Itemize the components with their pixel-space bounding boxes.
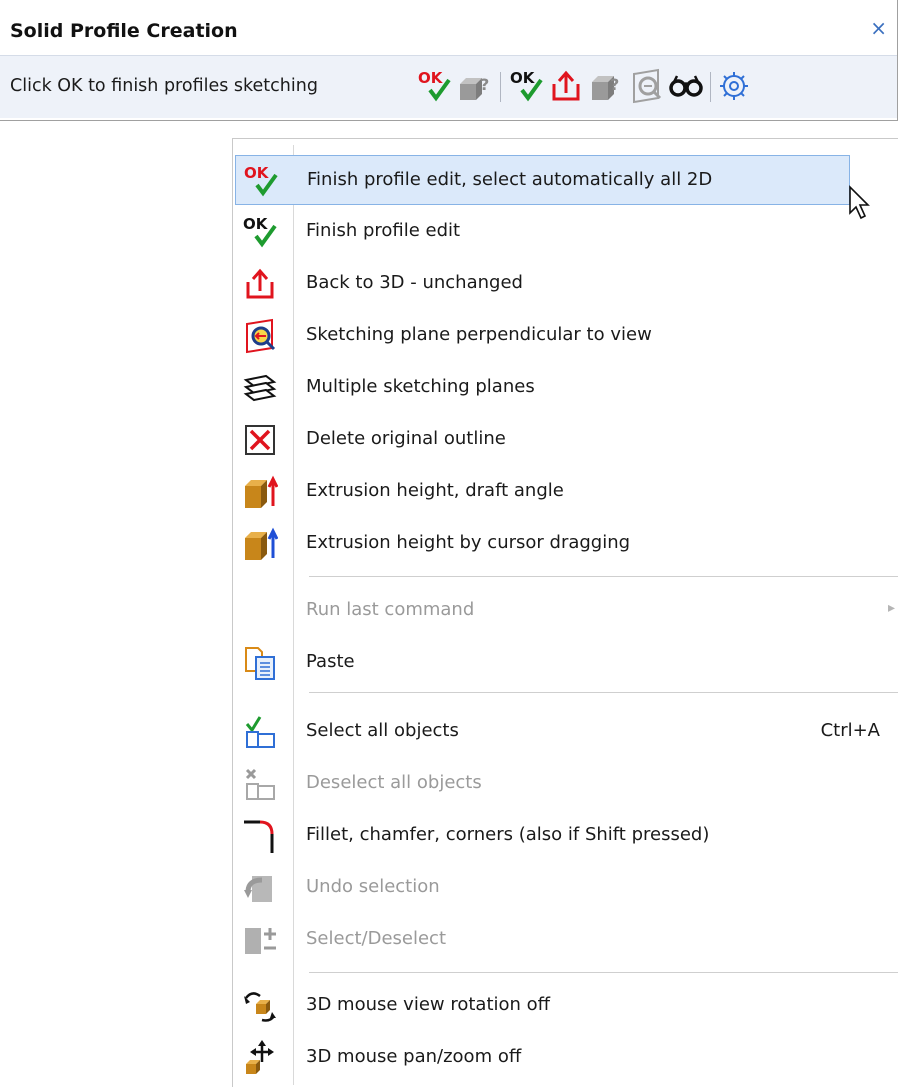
undo-selection-icon [241,869,279,907]
menu-item-deselect-all-objects: Deselect all objects [235,759,850,809]
ok-auto-select-icon: OK [242,162,280,200]
paste-icon [241,644,279,682]
fillet-icon [241,817,279,855]
ok-text: OK [510,69,536,87]
menu-item-paste[interactable]: Paste [235,638,850,688]
ok-finish-icon: OK [241,213,279,251]
menu-item-label: Fillet, chamfer, corners (also if Shift … [306,824,710,845]
menu-item-select-all-objects[interactable]: Select all objects Ctrl+A [235,707,880,757]
submenu-arrow-icon: ▸ [887,600,895,616]
back-to-3d-icon [241,265,279,303]
mouse-pan-zoom-icon [241,1039,279,1077]
solid-profile-panel: Solid Profile Creation × Click OK to fin… [0,0,898,121]
context-menu: OK Finish profile edit, select automatic… [232,138,898,1087]
menu-item-label: Run last command [306,599,475,620]
toolbar-separator [710,72,711,102]
menu-item-label: Deselect all objects [306,772,482,793]
close-icon[interactable]: × [870,18,887,38]
ok-auto-select-icon[interactable]: OK [416,68,452,104]
menu-item-label: Extrusion height by cursor dragging [306,532,631,553]
menu-item-run-last-command: Run last command ▸ [235,586,895,636]
menu-item-3d-mouse-rotation-off[interactable]: 3D mouse view rotation off [235,981,850,1031]
svg-text:?: ? [480,75,489,94]
menu-item-3d-mouse-pan-zoom-off[interactable]: 3D mouse pan/zoom off [235,1033,850,1083]
menu-item-fillet-chamfer-corners[interactable]: Fillet, chamfer, corners (also if Shift … [235,811,850,861]
menu-item-sketch-plane-perpendicular[interactable]: Sketching plane perpendicular to view [235,311,850,361]
menu-item-extrusion-drag[interactable]: Extrusion height by cursor dragging [235,519,850,569]
panel-toolbar: Click OK to finish profiles sketching OK… [0,55,897,118]
menu-item-undo-selection: Undo selection [235,863,850,913]
mouse-pointer-icon [848,185,872,225]
menu-item-finish-profile-edit[interactable]: OK Finish profile edit [235,207,850,257]
sketch-plane-gray-icon [628,68,664,104]
menu-item-label: Paste [306,651,355,672]
glasses-icon[interactable] [668,68,704,104]
menu-item-label: Delete original outline [306,428,506,449]
menu-item-label: Select/Deselect [306,928,447,949]
ok-text: OK [243,215,269,233]
query-gray-icon: ? [588,68,624,104]
sketch-plane-icon [241,317,279,355]
menu-separator [309,576,898,577]
menu-item-label: Extrusion height, draft angle [306,480,564,501]
menu-item-multiple-sketching-planes[interactable]: Multiple sketching planes [235,363,850,413]
menu-item-select-deselect: Select/Deselect [235,915,850,965]
ok-text: OK [418,69,444,87]
menu-item-label: Finish profile edit, select automaticall… [307,169,713,190]
menu-item-label: 3D mouse view rotation off [306,994,551,1015]
back-to-3d-icon[interactable] [548,68,584,104]
multiple-planes-icon [241,369,279,407]
extrusion-height-icon [241,473,279,511]
menu-item-back-to-3d[interactable]: Back to 3D - unchanged [235,259,850,309]
menu-item-label: Select all objects [306,720,459,741]
menu-item-finish-select-all-2d[interactable]: OK Finish profile edit, select automatic… [235,155,850,205]
deselect-all-icon [241,765,279,803]
menu-separator [309,692,898,693]
panel-hint: Click OK to finish profiles sketching [10,76,318,96]
extrusion-drag-icon [241,525,279,563]
menu-item-label: Finish profile edit [306,220,461,241]
menu-separator [309,972,898,973]
menu-item-label: 3D mouse pan/zoom off [306,1046,522,1067]
ok-finish-icon[interactable]: OK [508,68,544,104]
menu-item-extrusion-height-draft[interactable]: Extrusion height, draft angle [235,467,850,517]
menu-item-delete-original-outline[interactable]: Delete original outline [235,415,850,465]
menu-item-label: Back to 3D - unchanged [306,272,523,293]
mouse-rotation-icon [241,987,279,1025]
menu-item-shortcut: Ctrl+A [820,720,880,741]
toolbar-separator [500,72,501,102]
panel-title: Solid Profile Creation [10,20,238,42]
menu-item-label: Multiple sketching planes [306,376,535,397]
svg-text:?: ? [610,75,619,94]
finish-disabled-icon: ? [456,68,492,104]
select-deselect-icon [241,921,279,959]
ok-text: OK [244,164,270,182]
select-all-icon [241,713,279,751]
menu-item-label: Sketching plane perpendicular to view [306,324,652,345]
settings-gear-icon[interactable] [716,68,752,104]
delete-outline-icon [241,421,279,459]
menu-item-label: Undo selection [306,876,440,897]
